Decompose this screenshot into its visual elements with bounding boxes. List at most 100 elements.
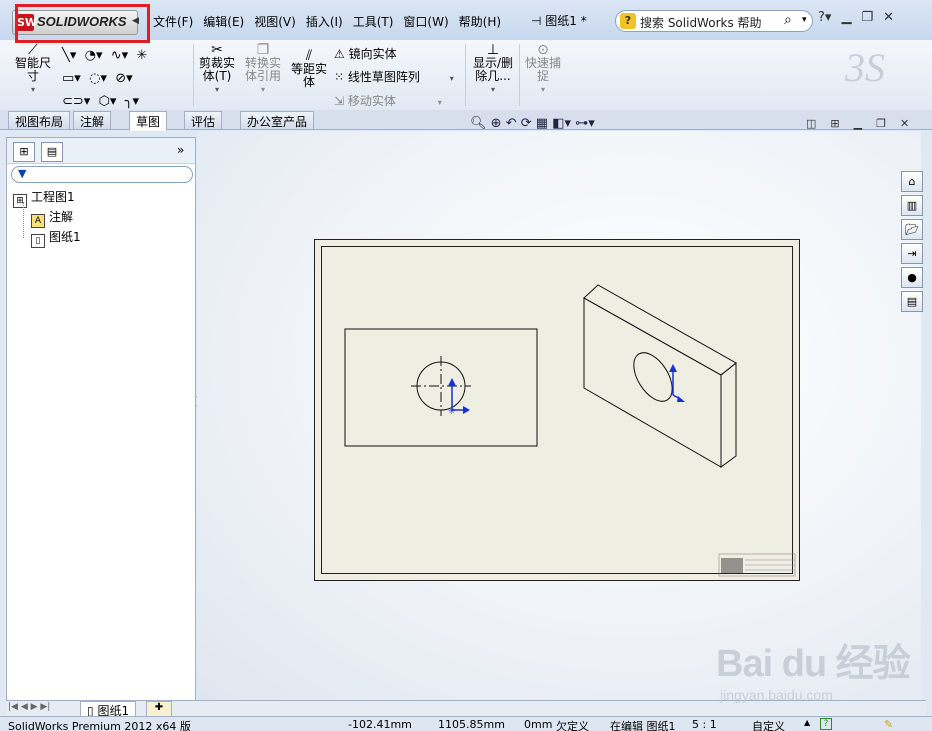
- tab-evaluate[interactable]: 评估: [184, 111, 223, 130]
- viewport-minimize-icon[interactable]: ▁: [854, 117, 862, 130]
- tab-view-layout[interactable]: 视图布局: [8, 111, 71, 130]
- restore-icon[interactable]: ❐: [861, 10, 873, 25]
- tree-annotations-label: 注解: [49, 210, 74, 224]
- offset-label: 等距实体: [290, 62, 327, 89]
- highlight-annotation-box: [15, 4, 150, 43]
- mirror-entities-button[interactable]: ⚠ 镜向实体: [334, 43, 462, 66]
- sketch-grid-icon[interactable]: ▦: [536, 116, 548, 131]
- view-orientation-icon[interactable]: ◧▾: [552, 116, 571, 131]
- tab-sketch[interactable]: 草图: [129, 111, 168, 131]
- add-sheet-icon[interactable]: ✚: [146, 701, 172, 717]
- viewport-close-icon[interactable]: ✕: [900, 117, 909, 130]
- viewport-tile-icon[interactable]: ⊞: [830, 117, 839, 130]
- baidu-watermark: Bai du 经验 jingyan.baidu.com: [716, 632, 916, 712]
- mirror-label: 镜向实体: [348, 47, 397, 61]
- rotate-icon[interactable]: ⟳: [521, 116, 532, 131]
- circle-icon[interactable]: ◔▾: [85, 48, 103, 63]
- status-scale: 5 : 1: [692, 718, 717, 731]
- tree-filter-input[interactable]: ▼: [11, 166, 193, 183]
- previous-view-icon[interactable]: ↶: [506, 116, 517, 131]
- watermark-brand: Bai du 经验: [716, 643, 911, 685]
- expand-panel-icon[interactable]: »: [177, 143, 184, 157]
- home-icon[interactable]: ⌂: [901, 171, 923, 192]
- pin-icon[interactable]: ⊣: [531, 14, 541, 28]
- zoom-to-fit-icon[interactable]: 🔍︎: [470, 116, 487, 131]
- menu-edit[interactable]: 编辑(E): [198, 12, 249, 32]
- fillet-icon[interactable]: ╮▾: [125, 94, 139, 109]
- help-search-box[interactable]: ? 搜索 SolidWorks 帮助 ⌕ ▾: [615, 10, 813, 32]
- viewport-restore-icon[interactable]: ❐: [876, 117, 886, 130]
- smart-dim-label: 智能尺寸: [14, 56, 51, 83]
- slot-icon[interactable]: ⊂⊃▾: [62, 94, 90, 109]
- point-icon[interactable]: ✳: [136, 48, 147, 63]
- convert-entities-button[interactable]: ❐ 转换实体引用 ▾: [242, 43, 284, 96]
- annotation-folder-icon: A: [31, 214, 45, 228]
- menu-window[interactable]: 窗口(W): [398, 12, 453, 32]
- heads-up-view-toolbar: 🔍︎ ⊕ ↶ ⟳ ▦ ◧▾ ⊶▾: [470, 116, 595, 131]
- design-library-icon[interactable]: ▥: [901, 195, 923, 216]
- trim-entities-button[interactable]: ✂ 剪裁实体(T) ▾: [196, 43, 238, 96]
- appearances-icon[interactable]: ●: [901, 267, 923, 288]
- file-explorer-icon[interactable]: 📂︎: [901, 219, 923, 240]
- mirror-pattern-group: ⚠ 镜向实体 ⁙ 线性草图阵列 ▾ ⇲ 移动实体 ▾: [334, 43, 462, 114]
- chevron-down-icon[interactable]: ▾: [802, 15, 807, 25]
- offset-entities-button[interactable]: ⫽ 等距实体: [288, 49, 330, 89]
- menu-file[interactable]: 文件(F): [148, 12, 198, 32]
- tab-annotation[interactable]: 注解: [73, 111, 112, 130]
- close-icon[interactable]: ✕: [883, 10, 894, 25]
- sheet-icon: ▯: [31, 234, 45, 248]
- viewport-split-icon[interactable]: ◫: [806, 117, 816, 130]
- polygon-icon[interactable]: ⬡▾: [99, 94, 117, 109]
- sheet-nav-arrows-icon[interactable]: |◀ ◀ ▶ ▶|: [8, 702, 50, 712]
- tree-item-sheet[interactable]: ▯ 图纸1: [31, 228, 81, 248]
- isometric-view[interactable]: [583, 284, 737, 468]
- convert-label: 转换实体引用: [244, 56, 281, 83]
- ribbon-separator: [465, 44, 466, 106]
- menu-help[interactable]: 帮助(H): [454, 12, 506, 32]
- help-search-input[interactable]: 搜索 SolidWorks 帮助: [640, 14, 762, 31]
- ellipse-icon[interactable]: ⊘▾: [115, 71, 132, 86]
- smart-dimension-button[interactable]: ⟋ 智能尺寸 ▾: [12, 43, 54, 96]
- tree-item-annotations[interactable]: A 注解: [31, 208, 73, 228]
- drawing-sheet[interactable]: ✳: [314, 239, 800, 581]
- menu-tools[interactable]: 工具(T): [348, 12, 399, 32]
- line-icon[interactable]: ╲▾: [62, 48, 76, 63]
- tab-office-products[interactable]: 办公室产品: [240, 111, 315, 130]
- display-delete-relations-button[interactable]: ⊥ 显示/删除几... ▾: [470, 43, 516, 96]
- units-dropdown-icon[interactable]: ▲: [804, 718, 810, 727]
- minimize-icon[interactable]: ▁: [841, 10, 851, 25]
- watermark-url: jingyan.baidu.com: [720, 687, 833, 703]
- window-controls: ?▾ ▁ ❐ ✕: [818, 10, 894, 25]
- quick-snaps-button[interactable]: ⊙ 快速捕捉 ▾: [522, 43, 564, 96]
- menu-view[interactable]: 视图(V): [249, 12, 301, 32]
- sheet-tab[interactable]: ▯ 图纸1: [80, 701, 137, 718]
- help-badge-icon: ?: [620, 13, 636, 29]
- linear-pattern-button[interactable]: ⁙ 线性草图阵列 ▾: [334, 66, 462, 90]
- search-icon[interactable]: ⌕: [784, 12, 792, 28]
- quick-snap-label: 快速捕捉: [524, 56, 561, 83]
- arc-icon[interactable]: ◌▾: [89, 71, 107, 86]
- property-manager-tab-icon[interactable]: ▤: [41, 142, 63, 162]
- feature-tree-tab-icon[interactable]: ⊞: [13, 142, 35, 162]
- custom-properties-icon[interactable]: ▤: [901, 291, 923, 312]
- ribbon-separator: [193, 44, 194, 106]
- help-status-icon[interactable]: ?: [820, 718, 832, 730]
- tree-sheet-label: 图纸1: [49, 230, 81, 244]
- status-units[interactable]: 自定义: [752, 718, 785, 731]
- menu-insert[interactable]: 插入(I): [301, 12, 348, 32]
- status-x: -102.41mm: [348, 718, 412, 731]
- view-palette-icon[interactable]: ⇥: [901, 243, 923, 264]
- status-editing: 在编辑 图纸1: [610, 720, 676, 731]
- spline-icon[interactable]: ∿▾: [111, 48, 128, 63]
- move-icon: ⇲: [334, 94, 345, 108]
- tag-icon[interactable]: ✎: [884, 718, 893, 731]
- help-question-icon[interactable]: ?▾: [818, 10, 831, 25]
- viewport-controls: ◫ ⊞ ▁ ❐ ✕: [806, 117, 909, 130]
- rectangle-icon[interactable]: ▭▾: [62, 71, 81, 86]
- drawing-icon: ⊞: [13, 194, 27, 208]
- zoom-area-icon[interactable]: ⊕: [491, 116, 502, 131]
- pattern-grid-icon: ⁙: [334, 70, 345, 84]
- status-y: 1105.85mm: [438, 718, 505, 731]
- document-title: ⊣ 图纸1 *: [531, 12, 587, 29]
- hide-show-icon[interactable]: ⊶▾: [575, 116, 595, 131]
